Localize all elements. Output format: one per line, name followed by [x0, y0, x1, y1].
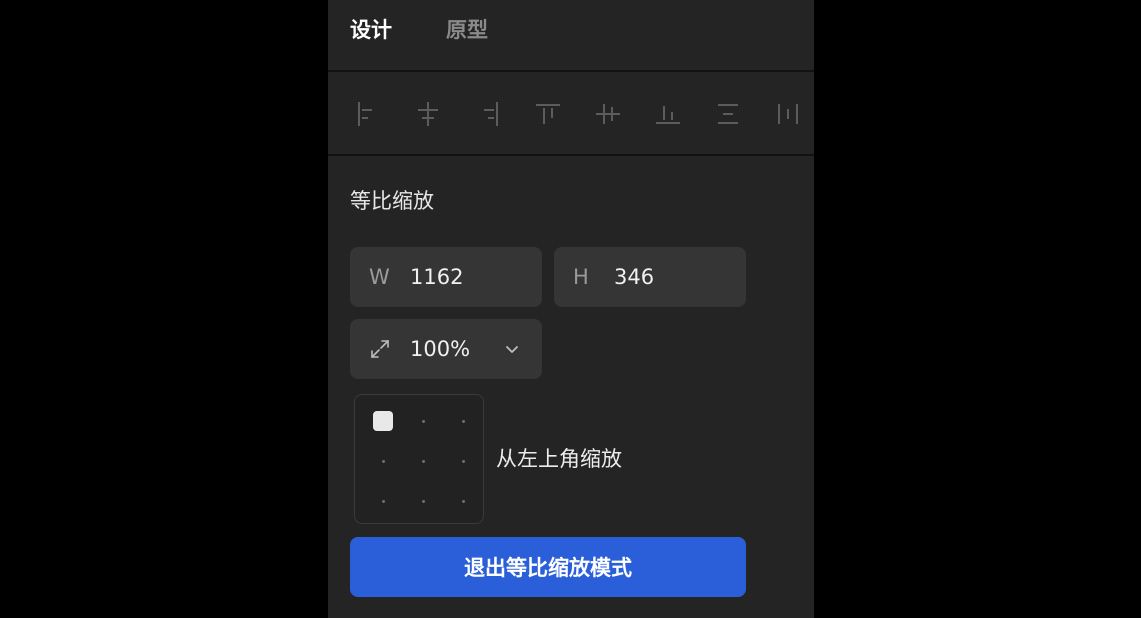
- zoom-select[interactable]: 100%: [350, 319, 542, 379]
- anchor-dot: [461, 499, 465, 503]
- anchor-dot: [381, 499, 385, 503]
- expand-arrows-icon: [368, 337, 392, 361]
- zoom-value: 100%: [410, 337, 471, 361]
- anchor-bottom-left[interactable]: [371, 489, 395, 513]
- align-horizontal-center-icon[interactable]: [413, 99, 443, 129]
- anchor-top-center[interactable]: [411, 409, 435, 433]
- anchor-selected-marker: [373, 411, 393, 431]
- exit-scale-mode-button[interactable]: 退出等比缩放模式: [350, 537, 746, 597]
- anchor-label: 从左上角缩放: [496, 447, 622, 471]
- distribute-vertical-icon[interactable]: [713, 99, 743, 129]
- tab-prototype[interactable]: 原型: [446, 16, 488, 44]
- anchor-center[interactable]: [411, 449, 435, 473]
- section-title: 等比缩放: [350, 189, 434, 213]
- design-panel: 设计 原型 等比缩放 W 1162 H 346 100% 从左上角缩放 退出等比…: [328, 0, 814, 618]
- height-prefix: H: [573, 265, 589, 289]
- width-value: 1162: [410, 265, 464, 289]
- align-bottom-icon[interactable]: [653, 99, 683, 129]
- anchor-dot: [421, 459, 425, 463]
- height-value: 346: [614, 265, 655, 289]
- anchor-middle-left[interactable]: [371, 449, 395, 473]
- align-top-icon[interactable]: [533, 99, 563, 129]
- width-prefix: W: [369, 265, 390, 289]
- anchor-middle-right[interactable]: [451, 449, 475, 473]
- anchor-dot: [461, 419, 465, 423]
- chevron-down-icon: [502, 339, 522, 359]
- anchor-top-right[interactable]: [451, 409, 475, 433]
- align-vertical-center-icon[interactable]: [593, 99, 623, 129]
- anchor-dot: [421, 499, 425, 503]
- align-right-icon[interactable]: [473, 99, 503, 129]
- distribute-horizontal-icon[interactable]: [773, 99, 803, 129]
- anchor-grid: [354, 394, 484, 524]
- tab-design[interactable]: 设计: [350, 16, 392, 44]
- height-field[interactable]: H 346: [554, 247, 746, 307]
- anchor-dot: [461, 459, 465, 463]
- alignment-toolbar: [328, 72, 814, 154]
- anchor-bottom-center[interactable]: [411, 489, 435, 513]
- align-left-icon[interactable]: [353, 99, 383, 129]
- panel-tabs: 设计 原型: [328, 0, 814, 70]
- anchor-bottom-right[interactable]: [451, 489, 475, 513]
- width-field[interactable]: W 1162: [350, 247, 542, 307]
- divider: [328, 154, 814, 156]
- anchor-dot: [421, 419, 425, 423]
- anchor-top-left[interactable]: [371, 409, 395, 433]
- anchor-dot: [381, 459, 385, 463]
